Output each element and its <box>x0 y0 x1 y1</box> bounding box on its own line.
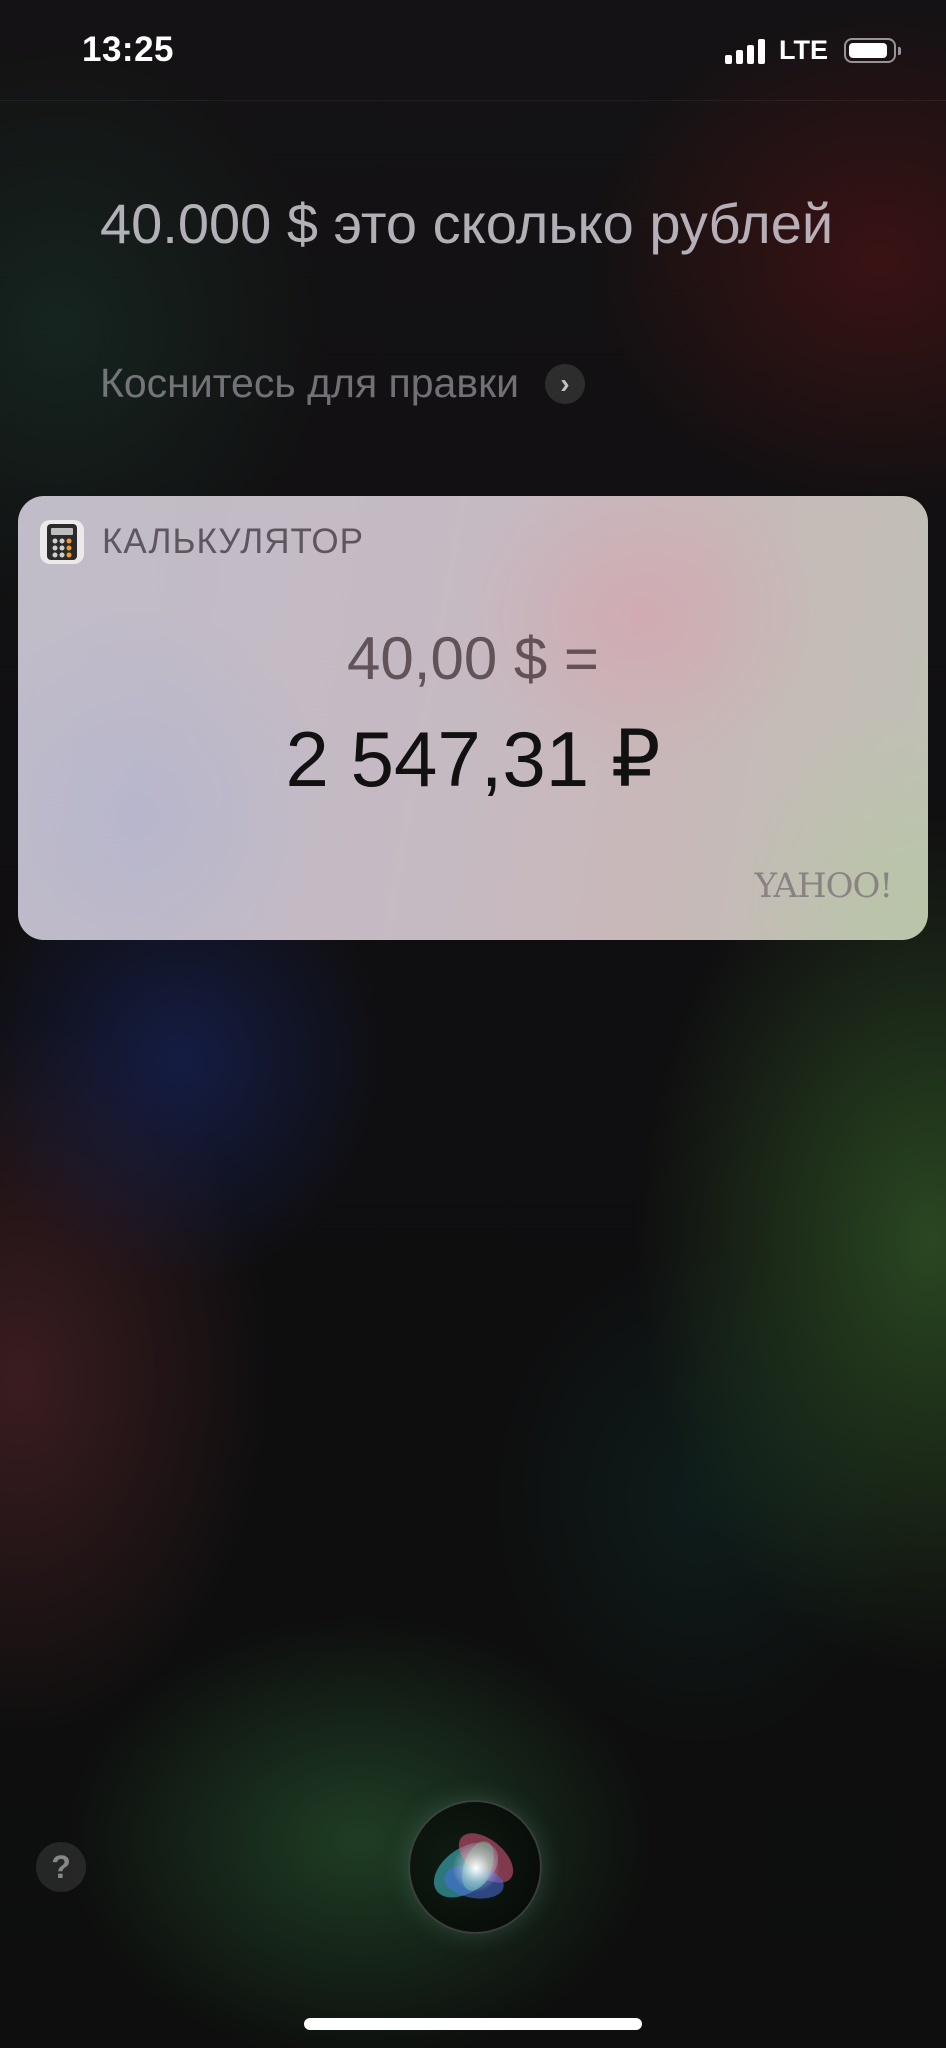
network-type: LTE <box>779 35 828 65</box>
chevron-right-icon: › <box>544 363 585 404</box>
status-indicators: LTE <box>725 35 901 66</box>
yahoo-logo[interactable]: YAHOO! <box>755 866 893 906</box>
tap-to-edit-label: Коснитесь для правки <box>100 360 519 406</box>
siri-query-text[interactable]: 40.000 $ это сколько рублей <box>100 185 860 263</box>
status-time: 13:25 <box>82 30 175 69</box>
battery-icon <box>844 38 901 63</box>
siri-orb-icon[interactable] <box>408 1800 542 1934</box>
calculator-icon <box>40 520 84 564</box>
card-header: КАЛЬКУЛЯТОР <box>40 520 364 564</box>
status-bar: 13:25 LTE <box>0 0 946 101</box>
calculator-result-card[interactable]: КАЛЬКУЛЯТОР 40,00 $ = 2 547,31 ₽ YAHOO! <box>18 496 928 940</box>
siri-background <box>0 0 946 2048</box>
cellular-signal-icon <box>725 38 765 64</box>
help-button[interactable]: ? <box>36 1842 86 1892</box>
home-indicator[interactable] <box>304 2018 642 2030</box>
conversion-input-value: 40,00 $ = <box>347 625 599 692</box>
tap-to-edit-hint[interactable]: Коснитесь для правки › <box>100 360 585 407</box>
conversion-result-value: 2 547,31 ₽ <box>285 715 661 803</box>
app-name-label: КАЛЬКУЛЯТОР <box>102 522 364 561</box>
